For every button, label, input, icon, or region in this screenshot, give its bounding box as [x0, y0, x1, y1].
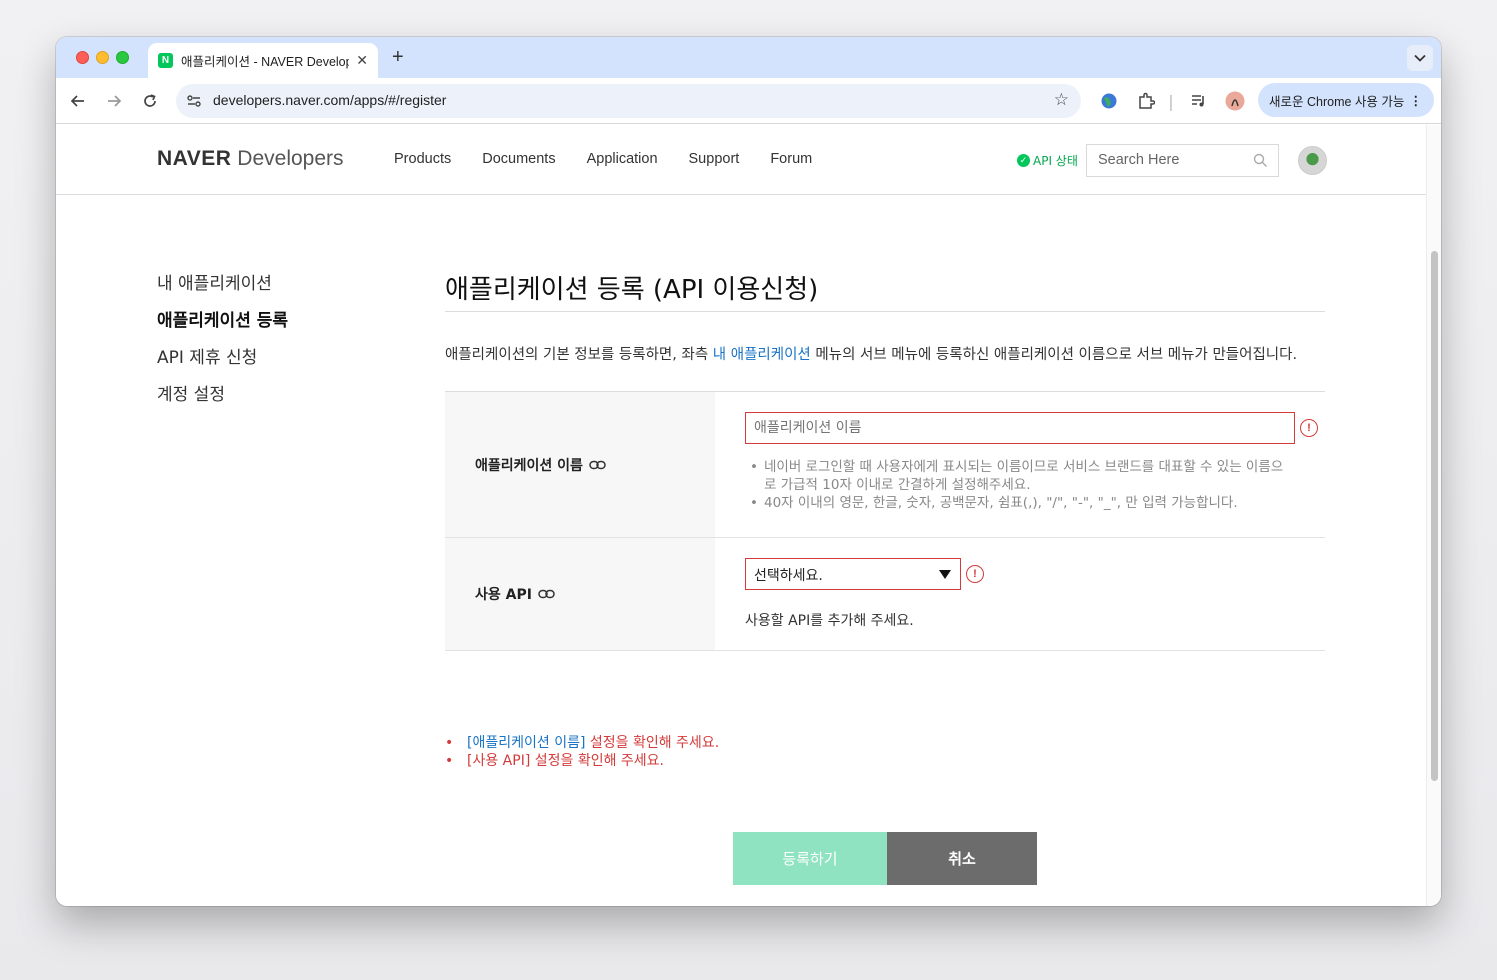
error-text: [사용 API] 설정을 확인해 주세요.: [467, 753, 665, 769]
global-nav: Products Documents Application Support F…: [394, 151, 812, 167]
app-name-label: 애플리케이션 이름: [445, 392, 715, 537]
page-scrollbar[interactable]: [1426, 125, 1441, 906]
form-row-api: 사용 API 선택하세요. ! 사용할 API를 추가해 주세요.: [445, 538, 1325, 651]
arrow-right-icon: [108, 95, 122, 107]
api-field-cell: 선택하세요. ! 사용할 API를 추가해 주세요.: [715, 538, 1325, 650]
minimize-window-button[interactable]: [96, 51, 109, 64]
nav-forum[interactable]: Forum: [770, 151, 812, 167]
tab-title: 애플리케이션 - NAVER Developers: [181, 55, 349, 69]
form-row-app-name: 애플리케이션 이름 ! 네이버 로그인할 때 사용자에게 표시되는 이름이므로 …: [445, 392, 1325, 538]
toolbar-divider: |: [1168, 91, 1174, 111]
register-button[interactable]: 등록하기: [733, 832, 887, 885]
api-label: 사용 API: [445, 538, 715, 650]
sidebar-item-my-apps[interactable]: 내 애플리케이션: [157, 269, 288, 294]
api-select[interactable]: 선택하세요.: [745, 558, 961, 590]
nav-support[interactable]: Support: [689, 151, 740, 167]
chevron-down-icon: [1414, 54, 1426, 62]
nav-application[interactable]: Application: [587, 151, 658, 167]
app-name-field-cell: ! 네이버 로그인할 때 사용자에게 표시되는 이름이므로 서비스 브랜드를 대…: [715, 392, 1325, 537]
registration-form: 애플리케이션 이름 ! 네이버 로그인할 때 사용자에게 표시되는 이름이므로 …: [445, 391, 1325, 651]
sidebar-item-account-settings[interactable]: 계정 설정: [157, 380, 288, 405]
search-icon[interactable]: [1253, 153, 1268, 168]
app-name-hint: 40자 이내의 영문, 한글, 숫자, 공백문자, 쉼표(,), "/", "-…: [750, 494, 1295, 512]
tab-search-button[interactable]: [1407, 45, 1433, 71]
api-status-label: API 상태: [1033, 154, 1078, 168]
close-window-button[interactable]: [76, 51, 89, 64]
naver-favicon-icon: N: [158, 53, 173, 68]
sidebar-item-register-app[interactable]: 애플리케이션 등록: [157, 306, 288, 331]
left-nav: 내 애플리케이션 애플리케이션 등록 API 제휴 신청 계정 설정: [157, 269, 288, 417]
user-avatar[interactable]: [1298, 146, 1327, 175]
menu-dots-icon[interactable]: ⋮: [1410, 93, 1423, 108]
page-title: 애플리케이션 등록 (API 이용신청): [445, 269, 1325, 312]
search-input[interactable]: Search Here: [1086, 144, 1279, 177]
close-tab-icon[interactable]: ✕: [356, 53, 368, 69]
api-status-link[interactable]: ✓ API 상태: [1017, 152, 1078, 169]
link-chain-icon[interactable]: [538, 589, 555, 599]
reload-button[interactable]: [140, 91, 160, 111]
main-content: 애플리케이션 등록 (API 이용신청) 애플리케이션의 기본 정보를 등록하면…: [445, 269, 1325, 651]
bookmark-star-icon[interactable]: ☆: [1054, 90, 1069, 110]
url-text[interactable]: developers.naver.com/apps/#/register: [213, 92, 446, 108]
page-content: NAVER Developers Products Documents Appl…: [56, 125, 1426, 906]
error-text: 설정을 확인해 주세요.: [585, 735, 720, 751]
chrome-update-label: 새로운 Chrome 사용 가능: [1269, 94, 1405, 109]
browser-window: N 애플리케이션 - NAVER Developers ✕ + develope…: [56, 37, 1441, 906]
browser-toolbar: developers.naver.com/apps/#/register ☆ |…: [56, 78, 1441, 124]
logo-light: Developers: [237, 147, 344, 170]
maximize-window-button[interactable]: [116, 51, 129, 64]
arrow-left-icon: [70, 95, 84, 107]
app-name-hint: 네이버 로그인할 때 사용자에게 표시되는 이름이므로 서비스 브랜드를 대표할…: [750, 458, 1290, 494]
page-description: 애플리케이션의 기본 정보를 등록하면, 좌측 내 애플리케이션 메뉴의 서브 …: [445, 341, 1325, 369]
forward-button[interactable]: [104, 91, 124, 111]
site-settings-icon[interactable]: [186, 93, 202, 109]
error-item: [사용 API] 설정을 확인해 주세요.: [445, 752, 719, 770]
caret-down-icon: [939, 570, 951, 579]
profile-avatar-icon[interactable]: [1225, 91, 1245, 111]
app-name-input[interactable]: [745, 412, 1295, 444]
media-control-icon[interactable]: [1189, 91, 1209, 111]
error-app-name-link[interactable]: [애플리케이션 이름]: [467, 735, 585, 751]
scrollbar-thumb[interactable]: [1431, 251, 1438, 781]
api-label-text: 사용 API: [475, 587, 532, 603]
logo-bold: NAVER: [157, 147, 232, 170]
tab-active[interactable]: N 애플리케이션 - NAVER Developers ✕: [148, 43, 378, 78]
naver-developers-logo[interactable]: NAVER Developers: [157, 147, 344, 171]
api-hint: 사용할 API를 추가해 주세요.: [745, 613, 914, 629]
back-button[interactable]: [68, 91, 88, 111]
chrome-update-button[interactable]: 새로운 Chrome 사용 가능 ⋮: [1258, 83, 1434, 117]
validation-errors: [애플리케이션 이름] 설정을 확인해 주세요. [사용 API] 설정을 확인…: [445, 734, 719, 770]
desc-before: 애플리케이션의 기본 정보를 등록하면, 좌측: [445, 347, 713, 363]
api-select-value: 선택하세요.: [754, 568, 823, 584]
extension-globe-icon[interactable]: [1099, 91, 1119, 111]
sidebar-item-api-partnership[interactable]: API 제휴 신청: [157, 343, 288, 368]
app-name-hints: 네이버 로그인할 때 사용자에게 표시되는 이름이므로 서비스 브랜드를 대표할…: [745, 458, 1295, 512]
reload-icon: [144, 94, 156, 107]
desc-after: 메뉴의 서브 메뉴에 등록하신 애플리케이션 이름으로 서브 메뉴가 만들어집니…: [810, 347, 1298, 363]
check-circle-icon: ✓: [1017, 154, 1030, 167]
new-tab-button[interactable]: +: [392, 46, 404, 69]
nav-products[interactable]: Products: [394, 151, 451, 167]
tab-strip: N 애플리케이션 - NAVER Developers ✕ +: [56, 37, 1441, 78]
search-placeholder: Search Here: [1098, 152, 1180, 168]
site-header: NAVER Developers Products Documents Appl…: [56, 125, 1426, 195]
address-bar[interactable]: developers.naver.com/apps/#/register ☆: [176, 84, 1081, 118]
api-error-icon: !: [966, 565, 984, 583]
cancel-button[interactable]: 취소: [887, 832, 1037, 885]
error-item: [애플리케이션 이름] 설정을 확인해 주세요.: [445, 734, 719, 752]
nav-documents[interactable]: Documents: [482, 151, 555, 167]
app-name-error-icon: !: [1300, 419, 1318, 437]
link-chain-icon[interactable]: [589, 460, 606, 470]
app-name-label-text: 애플리케이션 이름: [475, 457, 583, 474]
my-apps-link[interactable]: 내 애플리케이션: [713, 347, 811, 363]
extensions-puzzle-icon[interactable]: [1136, 91, 1156, 111]
